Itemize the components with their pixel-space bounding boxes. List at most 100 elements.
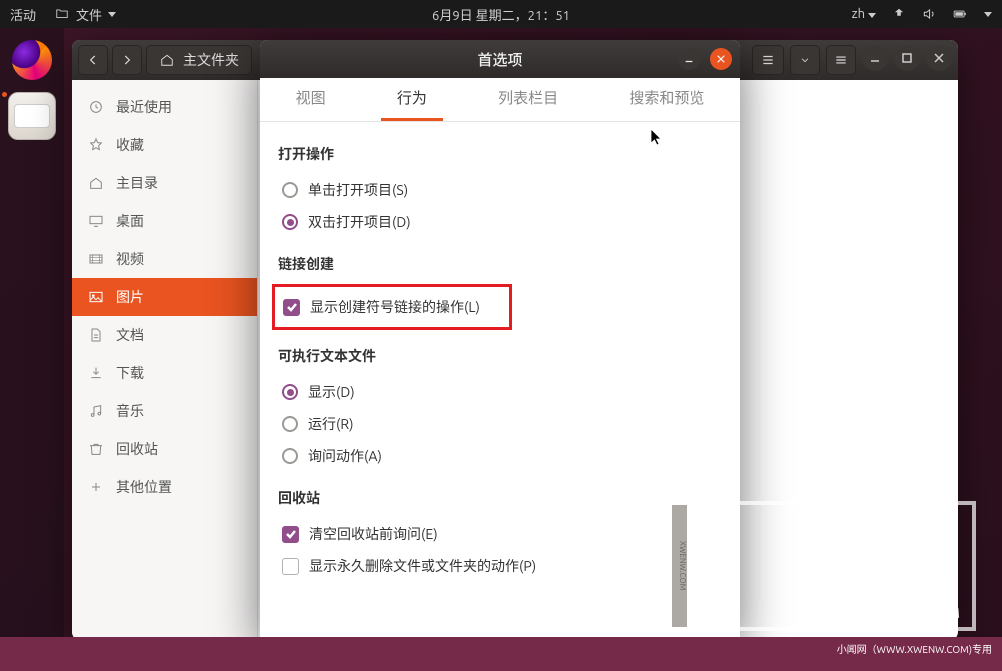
system-menu-chevron-icon[interactable] <box>984 12 992 17</box>
battery-icon[interactable] <box>952 7 968 21</box>
home-icon <box>88 175 104 191</box>
option-label: 询问动作(A) <box>308 446 382 466</box>
sidebar-item-documents[interactable]: 文档 <box>72 316 257 354</box>
sidebar-item-desktop[interactable]: 桌面 <box>72 202 257 240</box>
firefox-icon <box>12 40 52 80</box>
option-label: 显示(D) <box>308 382 355 402</box>
checkbox-checked-icon <box>282 526 299 543</box>
option-label: 双击打开项目(D) <box>308 212 411 232</box>
sidebar-item-label: 最近使用 <box>116 97 172 117</box>
sidebar-item-starred[interactable]: 收藏 <box>72 126 257 164</box>
group-trash-title: 回收站 <box>278 488 722 508</box>
option-label: 显示永久删除文件或文件夹的动作(P) <box>309 556 536 576</box>
chevron-down-icon <box>108 12 116 17</box>
prefs-body: 打开操作 单击打开项目(S) 双击打开项目(D) 链接创建 显示创建符号链接的操… <box>260 122 740 640</box>
chevron-down-icon <box>868 13 876 18</box>
checkbox-checked-icon <box>283 299 300 316</box>
picture-icon <box>88 289 104 305</box>
close-icon <box>933 52 945 64</box>
network-icon[interactable] <box>892 7 906 21</box>
chevron-down-icon <box>800 55 810 65</box>
plus-icon <box>88 479 104 495</box>
group-executable-title: 可执行文本文件 <box>278 346 722 366</box>
option-confirm-empty-trash[interactable]: 清空回收站前询问(E) <box>278 518 722 550</box>
dock <box>0 28 64 637</box>
close-icon <box>716 54 726 64</box>
tab-view[interactable]: 视图 <box>280 77 342 121</box>
nav-forward-button[interactable] <box>112 45 142 75</box>
option-label: 运行(R) <box>308 414 354 434</box>
appmenu-label: 文件 <box>76 5 102 24</box>
tab-list-columns[interactable]: 列表栏目 <box>482 77 574 121</box>
folder-icon <box>54 7 70 21</box>
sidebar-item-home[interactable]: 主目录 <box>72 164 257 202</box>
video-icon <box>88 251 104 267</box>
prefs-close-button[interactable] <box>710 48 732 70</box>
places-sidebar: 最近使用 收藏 主目录 桌面 视频 图片 <box>72 80 258 640</box>
window-close-button[interactable] <box>926 45 952 71</box>
desktop-icon <box>88 213 104 229</box>
gnome-topbar: 活动 文件 6月9日 星期二，21：51 zh <box>0 0 1002 28</box>
sidebar-item-label: 文档 <box>116 325 144 345</box>
preferences-title: 首选项 <box>477 49 522 70</box>
preferences-headerbar: 首选项 <box>260 40 740 78</box>
option-label: 显示创建符号链接的操作(L) <box>310 297 480 317</box>
option-exec-run[interactable]: 运行(R) <box>278 408 722 440</box>
document-icon <box>88 327 104 343</box>
list-icon <box>761 53 775 67</box>
tab-behavior[interactable]: 行为 <box>381 77 443 121</box>
activities-button[interactable]: 活动 <box>10 5 36 24</box>
trash-icon <box>88 441 104 457</box>
minimize-icon <box>869 52 881 64</box>
window-maximize-button[interactable] <box>894 45 920 71</box>
minimize-icon <box>684 54 694 64</box>
radio-icon <box>282 182 298 198</box>
sidebar-item-videos[interactable]: 视频 <box>72 240 257 278</box>
view-dropdown-button[interactable] <box>790 45 820 75</box>
sidebar-item-downloads[interactable]: 下载 <box>72 354 257 392</box>
sidebar-item-music[interactable]: 音乐 <box>72 392 257 430</box>
radio-icon <box>282 448 298 464</box>
volume-icon[interactable] <box>922 7 936 21</box>
sidebar-item-label: 收藏 <box>116 135 144 155</box>
sidebar-item-label: 下载 <box>116 363 144 383</box>
chevron-left-icon <box>86 53 100 67</box>
prefs-tabs: 视图 行为 列表栏目 搜索和预览 <box>260 78 740 122</box>
option-show-perm-delete[interactable]: 显示永久删除文件或文件夹的动作(P) <box>278 550 722 582</box>
hamburger-menu-button[interactable] <box>826 45 856 75</box>
option-exec-ask[interactable]: 询问动作(A) <box>278 440 722 472</box>
option-double-click[interactable]: 双击打开项目(D) <box>278 206 722 238</box>
chevron-right-icon <box>120 53 134 67</box>
option-single-click[interactable]: 单击打开项目(S) <box>278 174 722 206</box>
radio-icon <box>282 416 298 432</box>
sidebar-item-recent[interactable]: 最近使用 <box>72 88 257 126</box>
sidebar-item-pictures[interactable]: 图片 <box>72 278 257 316</box>
option-exec-display[interactable]: 显示(D) <box>278 376 722 408</box>
nav-back-button[interactable] <box>78 45 108 75</box>
sidebar-item-label: 图片 <box>116 287 144 307</box>
music-icon <box>88 403 104 419</box>
home-icon <box>159 53 175 67</box>
option-show-symlink[interactable]: 显示创建符号链接的操作(L) <box>279 291 505 323</box>
maximize-icon <box>901 52 913 64</box>
group-link-creation-title: 链接创建 <box>278 254 722 274</box>
path-bar[interactable]: 主文件夹 <box>146 45 252 75</box>
sidebar-item-label: 回收站 <box>116 439 158 459</box>
files-icon <box>14 104 50 128</box>
window-minimize-button[interactable] <box>862 45 888 71</box>
tab-search-preview[interactable]: 搜索和预览 <box>613 77 720 121</box>
input-method-indicator[interactable]: zh <box>852 7 876 21</box>
sidebar-item-other-locations[interactable]: 其他位置 <box>72 468 257 506</box>
prefs-minimize-button[interactable] <box>678 48 700 70</box>
clock-icon <box>88 99 104 115</box>
sidebar-item-trash[interactable]: 回收站 <box>72 430 257 468</box>
sidebar-item-label: 其他位置 <box>116 477 172 497</box>
clock[interactable]: 6月9日 星期二，21：51 <box>432 5 570 24</box>
view-toggle-button[interactable] <box>752 45 784 75</box>
appmenu-files[interactable]: 文件 <box>54 5 116 24</box>
firefox-launcher[interactable] <box>8 36 56 84</box>
star-icon <box>88 137 104 153</box>
watermark-url: 小闻网（WWW.XWENW.COM)专用 <box>837 644 992 655</box>
bottom-strip: 小闻网（WWW.XWENW.COM)专用 <box>0 637 1002 671</box>
files-launcher[interactable] <box>8 92 56 140</box>
